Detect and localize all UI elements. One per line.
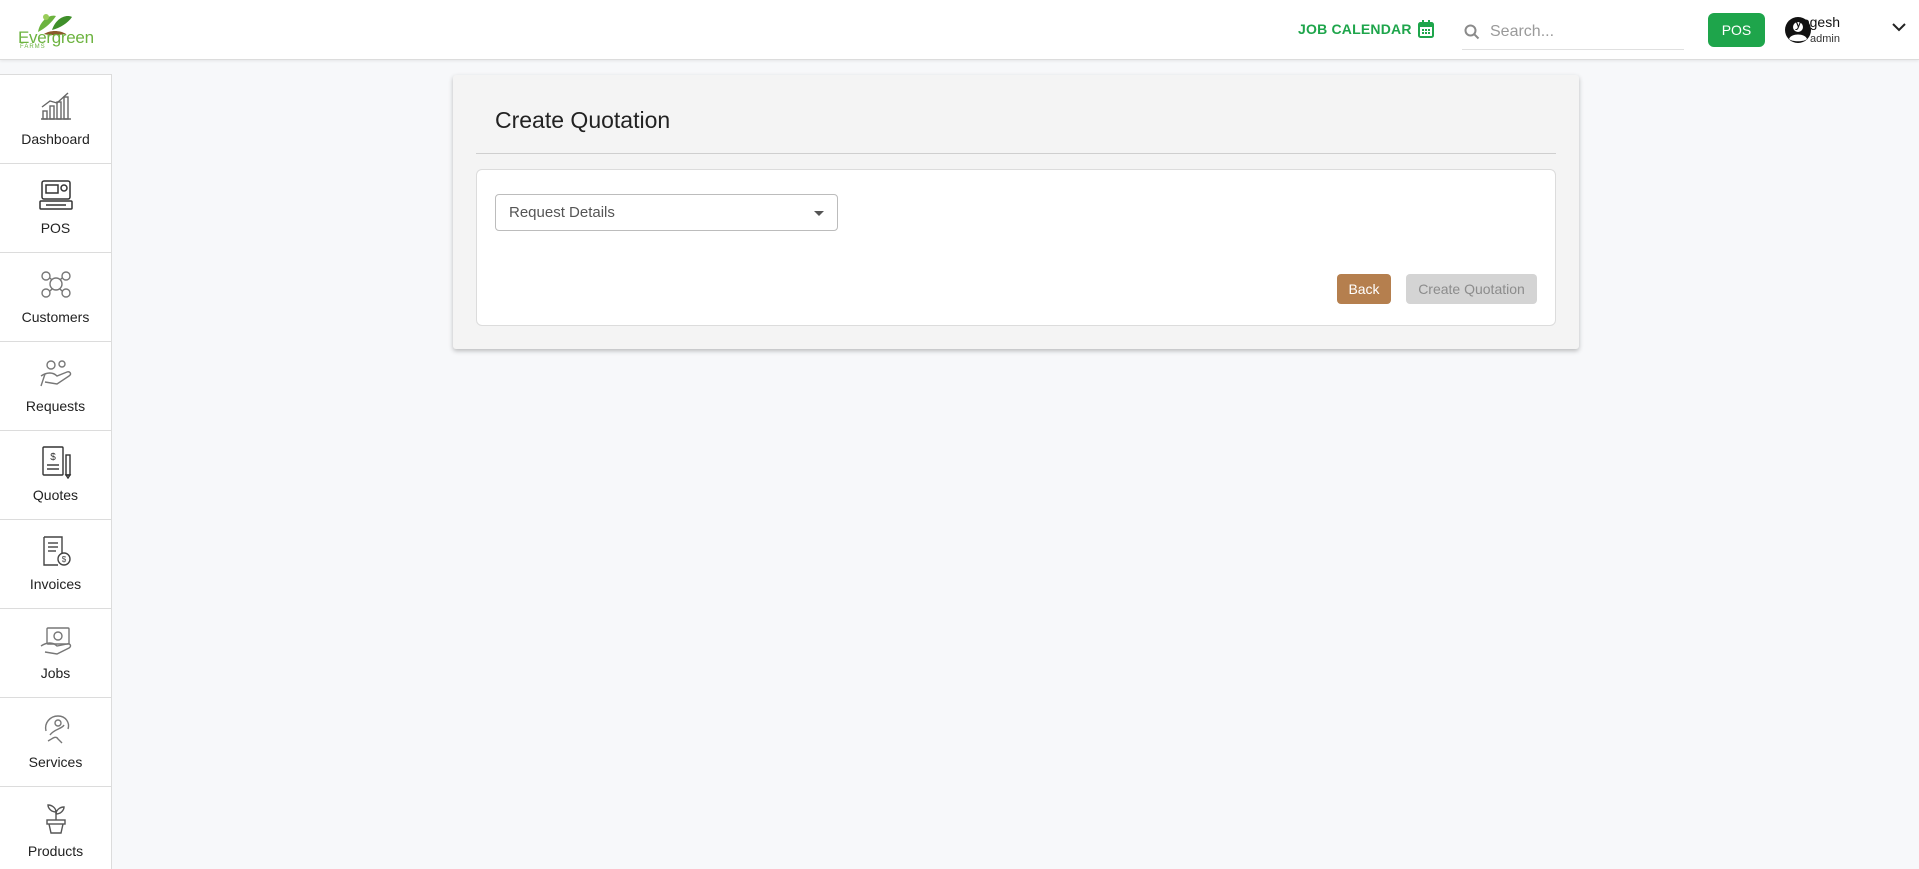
top-bar: Evergreen FARMS JOB CALENDAR POS yogesh xyxy=(0,0,1919,60)
sidebar-item-requests[interactable]: Requests xyxy=(0,341,111,429)
sidebar-item-label: Invoices xyxy=(29,576,82,592)
search-input[interactable] xyxy=(1490,22,1680,41)
chevron-down-icon[interactable] xyxy=(1892,23,1906,32)
services-icon xyxy=(38,712,74,746)
search-icon xyxy=(1464,24,1480,39)
plant-pot-icon xyxy=(38,801,74,835)
customers-icon xyxy=(38,267,74,301)
svg-text:$: $ xyxy=(50,452,56,463)
pos-terminal-icon xyxy=(38,178,74,212)
create-quotation-button[interactable]: Create Quotation xyxy=(1406,274,1537,304)
sidebar-item-label: Customers xyxy=(21,309,90,325)
sidebar-item-pos[interactable]: POS xyxy=(0,163,111,251)
user-name: yogesh xyxy=(1794,14,1840,30)
divider xyxy=(476,153,1556,154)
calendar-icon xyxy=(1417,20,1434,38)
evergreen-farms-logo[interactable]: Evergreen FARMS xyxy=(16,8,94,52)
sidebar-item-label: Quotes xyxy=(32,487,79,503)
logo-subtitle: FARMS xyxy=(20,44,46,50)
request-details-select[interactable]: Request Details xyxy=(495,194,838,231)
job-calendar-link[interactable]: JOB CALENDAR xyxy=(1298,20,1434,38)
jobs-icon xyxy=(38,623,74,657)
back-button[interactable]: Back xyxy=(1337,274,1391,304)
quotation-form-panel: Request Details Back Create Quotation xyxy=(476,169,1556,326)
page-title: Create Quotation xyxy=(495,107,671,133)
request-details-label: Request Details xyxy=(509,204,615,221)
quote-document-icon: $ xyxy=(38,445,74,479)
job-calendar-label: JOB CALENDAR xyxy=(1298,21,1412,37)
user-role: admin xyxy=(1810,33,1840,45)
sidebar-item-label: Jobs xyxy=(40,665,71,681)
invoice-icon: $ xyxy=(38,534,74,568)
sidebar-item-label: Services xyxy=(28,754,83,770)
dropdown-arrow-icon xyxy=(814,211,824,216)
sidebar-item-products[interactable]: Products xyxy=(0,786,111,869)
sidebar-item-label: Products xyxy=(27,843,84,859)
sidebar-item-label: Requests xyxy=(25,398,86,414)
create-quotation-card: Create Quotation Request Details Back Cr… xyxy=(453,75,1579,349)
sidebar-item-label: Dashboard xyxy=(21,131,90,147)
search-bar xyxy=(1462,14,1684,50)
sidebar-item-customers[interactable]: Customers xyxy=(0,252,111,340)
sidebar-item-jobs[interactable]: Jobs xyxy=(0,608,111,696)
svg-text:$: $ xyxy=(61,555,66,564)
sidebar: Dashboard POS Customers Requests $ Quote… xyxy=(0,74,112,869)
sidebar-item-invoices[interactable]: $ Invoices xyxy=(0,519,111,607)
chart-icon xyxy=(38,89,74,123)
requests-icon xyxy=(38,356,74,390)
sidebar-item-label: POS xyxy=(40,220,71,236)
sidebar-item-dashboard[interactable]: Dashboard xyxy=(0,74,111,162)
sidebar-item-quotes[interactable]: $ Quotes xyxy=(0,430,111,518)
pos-button[interactable]: POS xyxy=(1708,13,1765,47)
sidebar-item-services[interactable]: Services xyxy=(0,697,111,785)
